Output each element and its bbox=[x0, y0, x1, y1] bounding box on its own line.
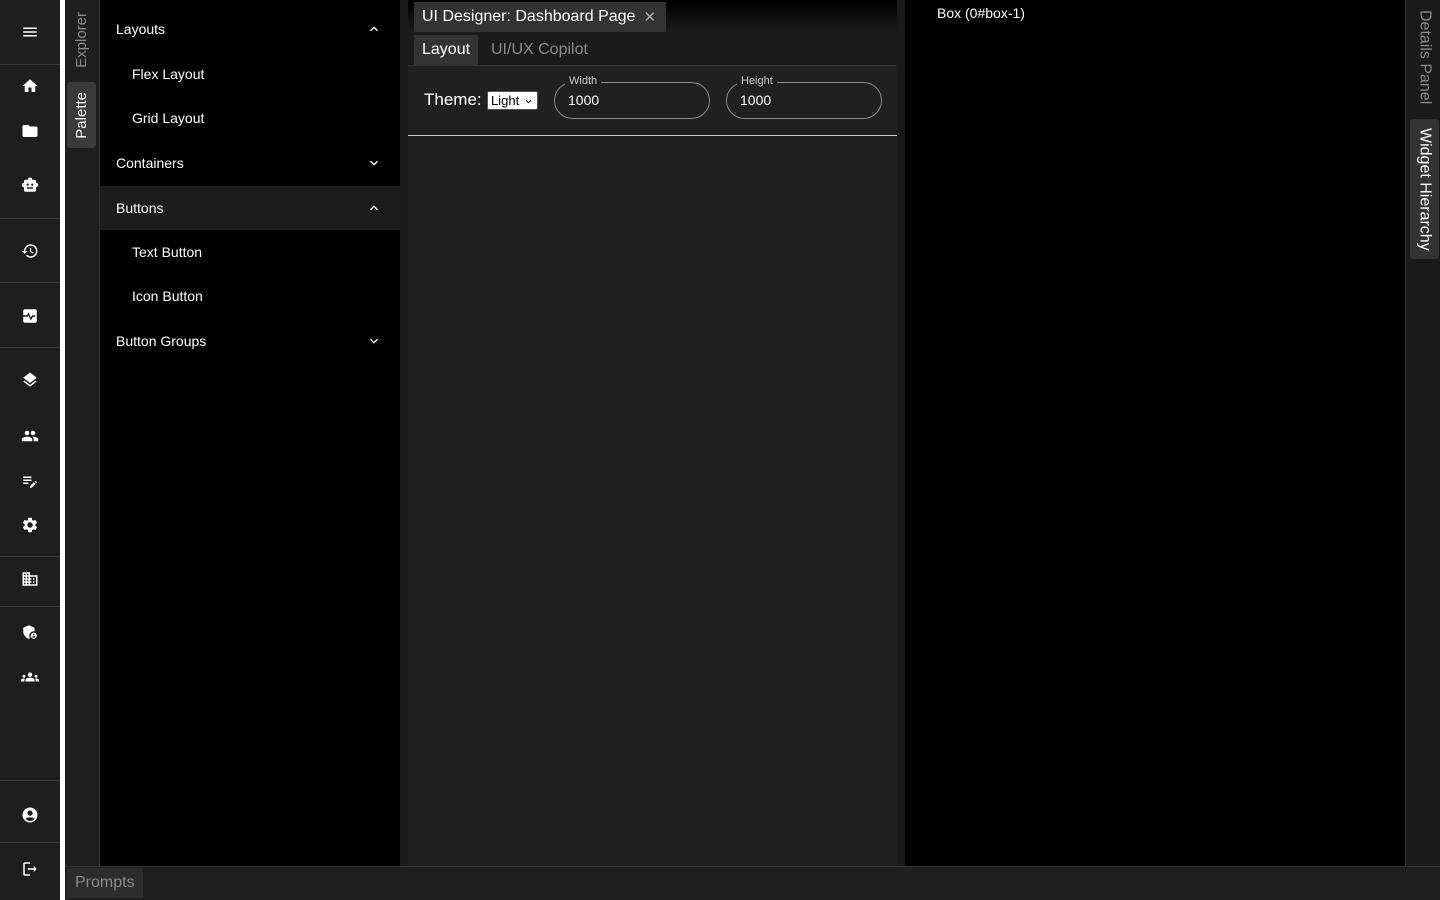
rail-divider bbox=[0, 347, 60, 348]
close-icon[interactable]: ✕ bbox=[643, 8, 656, 26]
theme-select[interactable]: Light bbox=[487, 91, 538, 110]
height-input[interactable] bbox=[740, 92, 860, 108]
theme-select-value: Light bbox=[491, 93, 520, 108]
tab-palette-label: Palette bbox=[73, 91, 90, 139]
home-icon[interactable] bbox=[0, 66, 60, 106]
palette-item-label: Flex Layout bbox=[132, 66, 205, 82]
tab-layout[interactable]: Layout bbox=[414, 35, 479, 65]
palette-group-layouts[interactable]: Layouts bbox=[100, 7, 400, 51]
tab-ui-designer-dashboard[interactable]: UI Designer: Dashboard Page ✕ bbox=[414, 2, 667, 32]
theme-label: Theme: bbox=[424, 90, 482, 109]
tab-uiux-copilot[interactable]: UI/UX Copilot bbox=[483, 35, 596, 65]
building-icon[interactable] bbox=[0, 559, 60, 599]
height-field: Height bbox=[726, 75, 882, 119]
edit-note-icon[interactable] bbox=[0, 461, 60, 501]
tab-palette[interactable]: Palette bbox=[67, 82, 96, 148]
chevron-up-icon bbox=[366, 200, 382, 216]
chevron-up-icon bbox=[366, 21, 382, 37]
tab-explorer[interactable]: Explorer bbox=[67, 4, 96, 76]
palette-group-label: Layouts bbox=[116, 21, 166, 37]
palette-group-containers[interactable]: Containers bbox=[100, 141, 400, 185]
palette-item-label: Icon Button bbox=[132, 288, 203, 304]
left-tab-strip: Explorer Palette bbox=[65, 0, 100, 866]
tab-widget-hierarchy-label: Widget Hierarchy bbox=[1416, 127, 1434, 251]
tab-prompts[interactable]: Prompts bbox=[67, 868, 143, 898]
gear-icon[interactable] bbox=[0, 505, 60, 545]
palette-group-buttons[interactable]: Buttons bbox=[100, 186, 400, 230]
details-panel bbox=[905, 0, 1405, 866]
document-tab-title: UI Designer: Dashboard Page bbox=[422, 8, 636, 25]
logout-icon[interactable] bbox=[0, 849, 60, 889]
palette-item-grid-layout[interactable]: Grid Layout bbox=[100, 96, 400, 140]
width-input[interactable] bbox=[568, 92, 688, 108]
palette-item-label: Grid Layout bbox=[132, 110, 205, 126]
activity-icon[interactable] bbox=[0, 296, 60, 336]
history-icon[interactable] bbox=[0, 231, 60, 271]
tab-details-panel-label: Details Panel bbox=[1416, 9, 1434, 105]
selected-widget-label[interactable]: Box (0#box-1) bbox=[937, 5, 1025, 21]
palette-group-button-groups[interactable]: Button Groups bbox=[100, 319, 400, 363]
people-icon[interactable] bbox=[0, 416, 60, 456]
layers-icon[interactable] bbox=[0, 360, 60, 400]
rail-divider bbox=[0, 842, 60, 843]
admin-shield-icon[interactable] bbox=[0, 612, 60, 652]
palette-item-icon-button[interactable]: Icon Button bbox=[100, 274, 400, 318]
rail-divider bbox=[0, 218, 60, 219]
rail-divider bbox=[0, 556, 60, 557]
palette-item-flex-layout[interactable]: Flex Layout bbox=[100, 52, 400, 96]
palette-group-label: Buttons bbox=[116, 200, 164, 216]
menu-icon[interactable] bbox=[0, 12, 60, 52]
groups-icon[interactable] bbox=[0, 657, 60, 697]
bottom-panel-bar bbox=[65, 866, 1440, 900]
folder-icon[interactable] bbox=[0, 111, 60, 151]
palette-group-label: Containers bbox=[116, 155, 184, 171]
chevron-down-icon bbox=[366, 155, 382, 171]
rail-divider bbox=[0, 606, 60, 607]
editor-sub-tab-bar bbox=[408, 33, 897, 66]
palette-item-text-button[interactable]: Text Button bbox=[100, 230, 400, 274]
width-field: Width bbox=[554, 75, 710, 119]
tab-details-panel[interactable]: Details Panel bbox=[1410, 4, 1439, 110]
tab-explorer-label: Explorer bbox=[73, 12, 90, 68]
rail-divider bbox=[0, 64, 60, 65]
icon-rail bbox=[0, 0, 60, 900]
chevron-down-icon bbox=[366, 333, 382, 349]
palette-panel: Layouts Flex Layout Grid Layout Containe… bbox=[100, 0, 400, 866]
rail-divider bbox=[0, 282, 60, 283]
height-label: Height bbox=[737, 75, 777, 87]
chevron-down-icon bbox=[523, 95, 534, 106]
palette-group-label: Button Groups bbox=[116, 333, 207, 349]
right-tab-strip: Details Panel Widget Hierarchy bbox=[1405, 0, 1440, 866]
account-circle-icon[interactable] bbox=[0, 795, 60, 835]
tab-widget-hierarchy[interactable]: Widget Hierarchy bbox=[1410, 119, 1439, 259]
robot-icon[interactable] bbox=[0, 165, 60, 205]
rail-divider bbox=[0, 780, 60, 781]
width-label: Width bbox=[565, 75, 602, 87]
palette-item-label: Text Button bbox=[132, 244, 203, 260]
